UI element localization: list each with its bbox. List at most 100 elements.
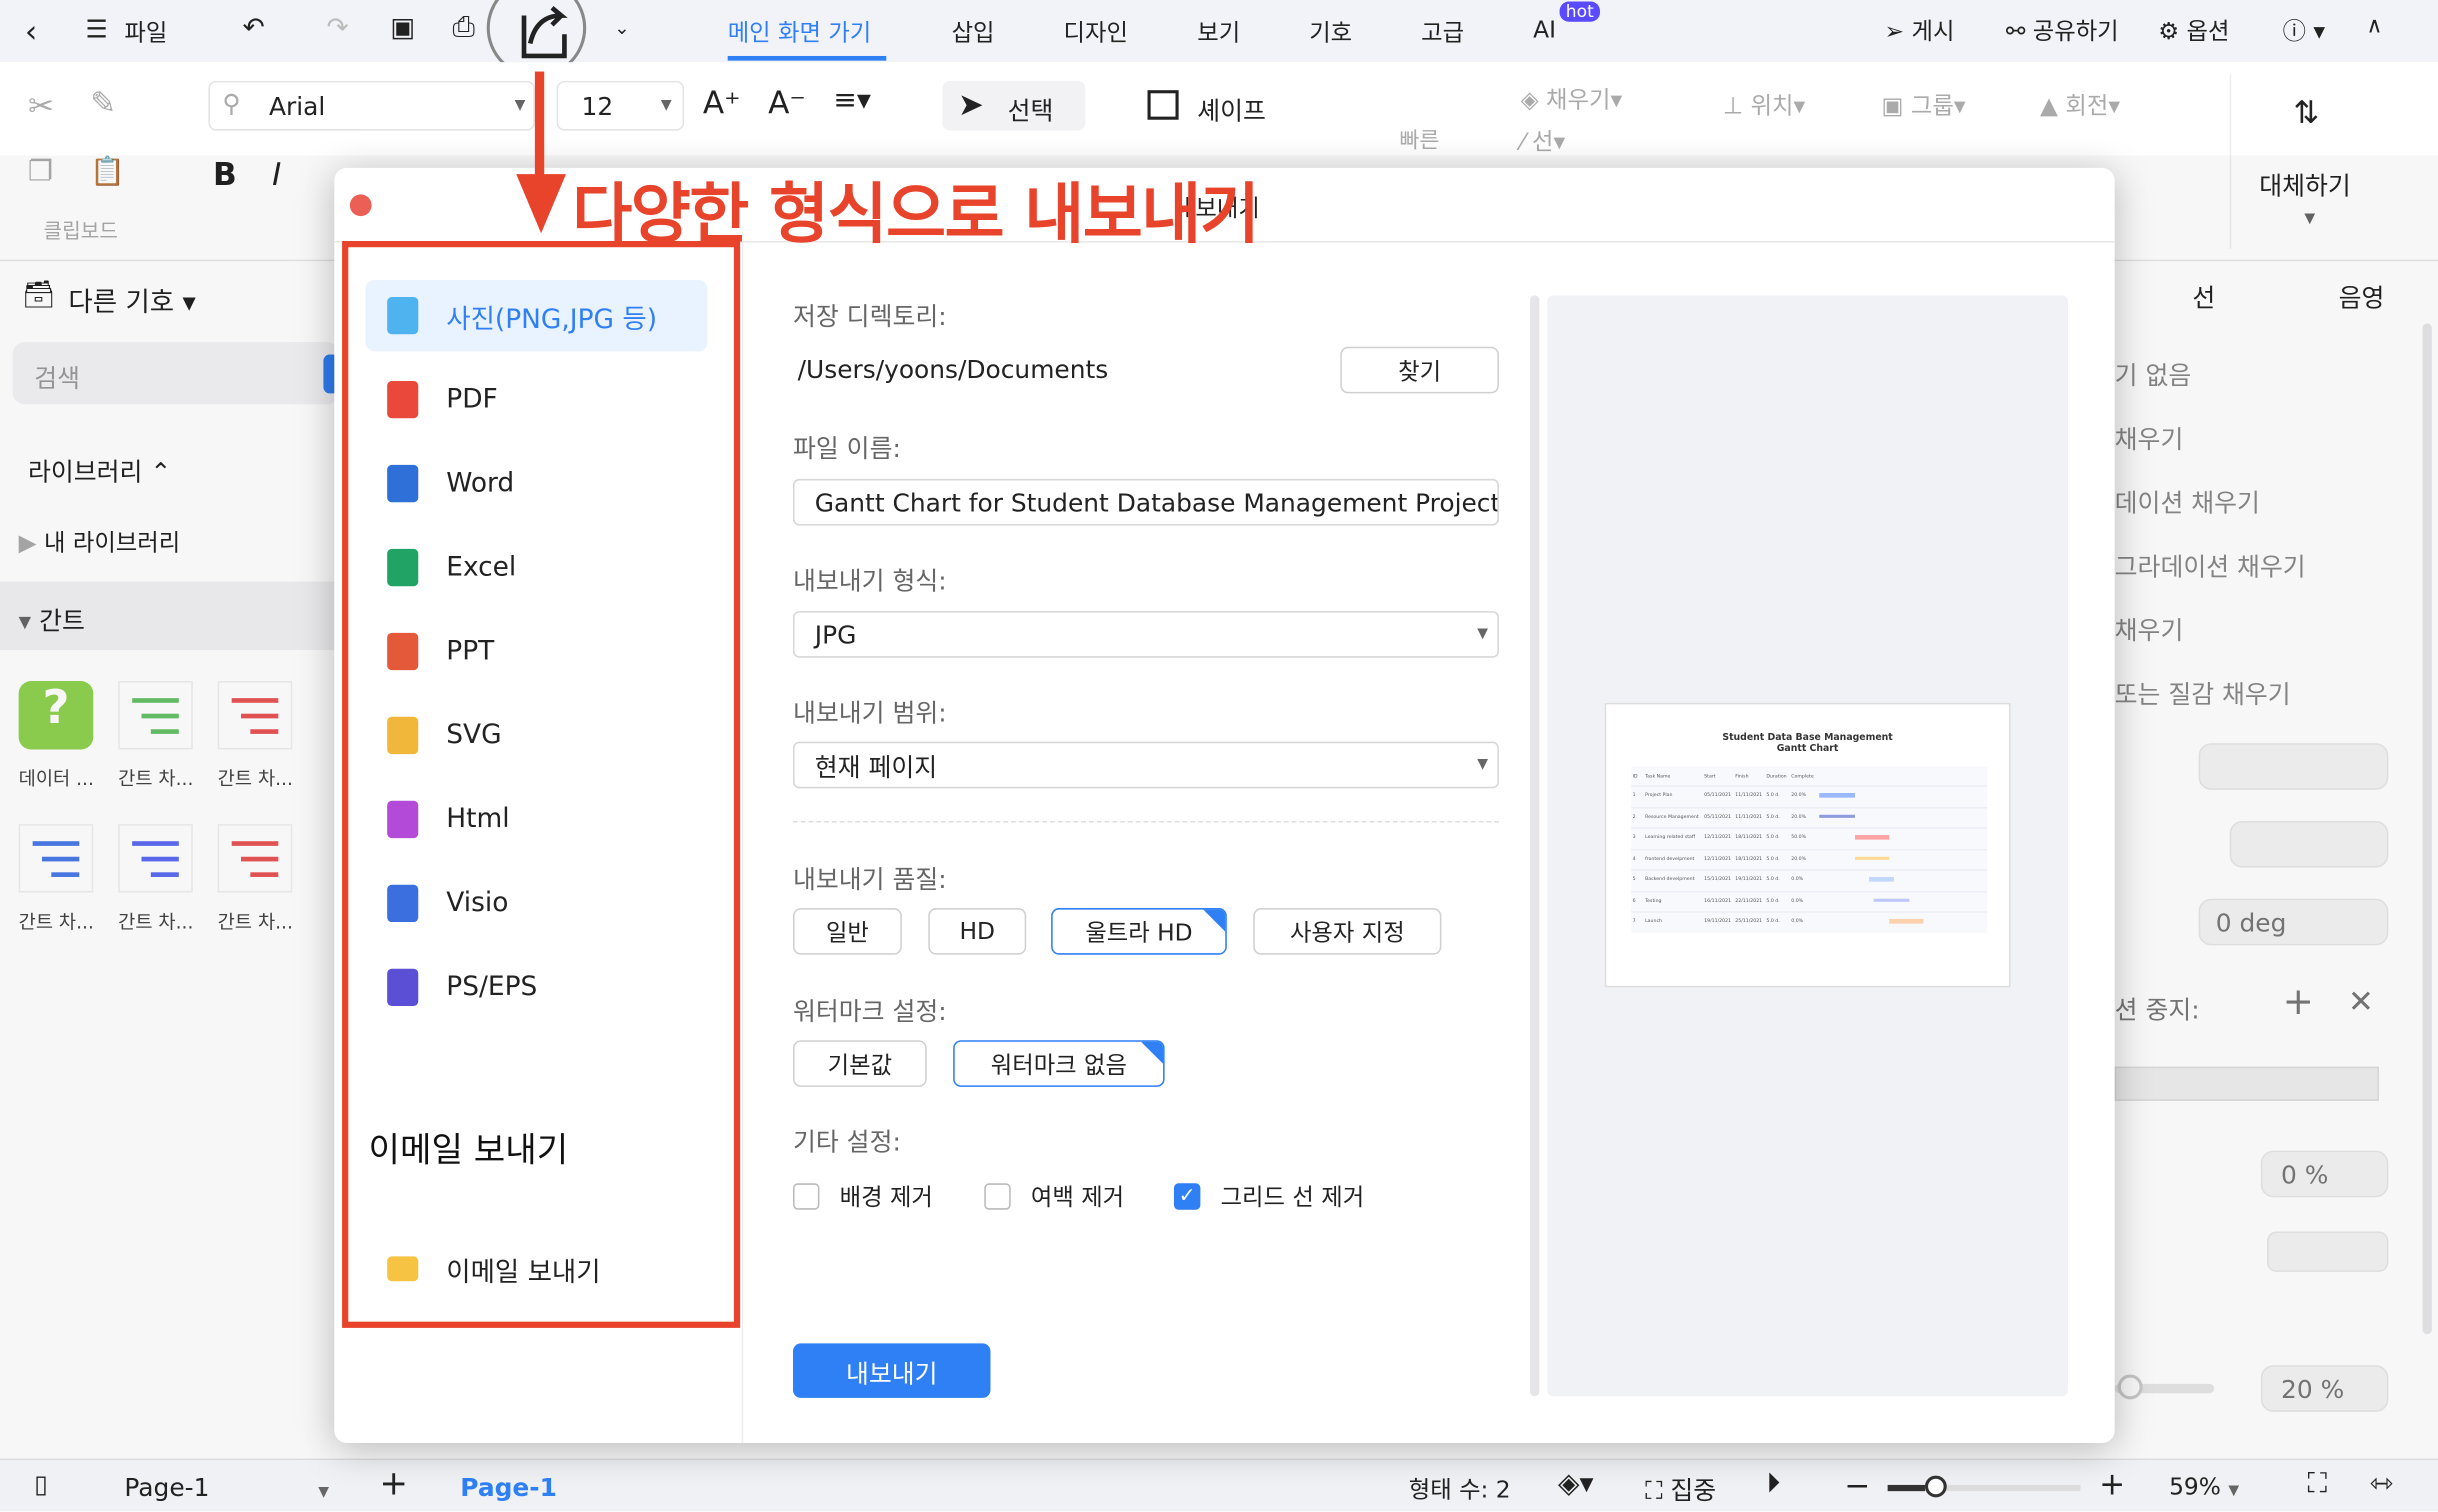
- gantt-cell: 5.0 d.: [1766, 896, 1780, 903]
- menu-icon[interactable]: ☰: [86, 14, 108, 44]
- back-icon[interactable]: ‹: [25, 12, 37, 49]
- cut-icon[interactable]: ✂: [28, 87, 54, 124]
- zoom-in-icon[interactable]: +: [2099, 1465, 2125, 1502]
- line-button[interactable]: ⁄ 선▾: [1521, 124, 1566, 157]
- zoom-slider-handle[interactable]: [1925, 1475, 1948, 1498]
- gantt-row-line: [1631, 869, 1988, 871]
- font-family-select[interactable]: ⚲ Arial ▼: [208, 80, 535, 131]
- quality-option[interactable]: 울트라 HD: [1051, 908, 1227, 955]
- send-icon: ➢: [1884, 17, 1912, 46]
- select-label: 선택: [1007, 96, 1054, 126]
- page-tab[interactable]: Page-1: [460, 1472, 557, 1502]
- range-select[interactable]: 현재 페이지 ▼: [792, 741, 1499, 789]
- options-button[interactable]: ⚙ 옵션: [2158, 14, 2229, 47]
- rotate-button[interactable]: ▲ 회전▾: [2040, 89, 2120, 122]
- annotation-arrow-head: [516, 174, 566, 234]
- share-label: 공유하기: [2032, 17, 2119, 46]
- tab-insert[interactable]: 삽입: [952, 16, 995, 49]
- chevron-down-icon: ▼: [660, 97, 672, 114]
- fit-width-icon[interactable]: ⇿: [2370, 1468, 2393, 1501]
- watermark-option[interactable]: 기본값: [792, 1040, 927, 1087]
- publish-label: 게시: [1911, 17, 1955, 46]
- focus-button[interactable]: ⛶ 집중: [1645, 1469, 1716, 1506]
- share-button[interactable]: ⚯ 공유하기: [2006, 14, 2119, 47]
- format-select[interactable]: JPG ▼: [792, 611, 1499, 658]
- add-page-icon[interactable]: +: [379, 1465, 408, 1504]
- gantt-cell: 2: [1632, 812, 1636, 819]
- tab-symbol[interactable]: 기호: [1309, 16, 1352, 49]
- gantt-cell: 19/11/2021: [1735, 875, 1763, 882]
- zoom-slider[interactable]: [1887, 1484, 2081, 1492]
- tab-home[interactable]: 메인 화면 가기: [728, 16, 872, 49]
- gantt-cell: 05/11/2021: [1704, 812, 1732, 819]
- gantt-cell: 15/11/2021: [1704, 875, 1732, 882]
- increase-font-icon[interactable]: A⁺: [703, 84, 741, 121]
- redo-icon[interactable]: ↷: [327, 12, 349, 43]
- collapse-ribbon-icon[interactable]: ∧: [2367, 14, 2383, 39]
- gantt-cell: 05/11/2021: [1704, 791, 1732, 798]
- watermark-option[interactable]: 워터마크 없음: [953, 1040, 1165, 1087]
- checkbox-label: 배경 제거: [839, 1183, 933, 1212]
- close-window-button[interactable]: [349, 194, 372, 217]
- search-icon: ⚲: [222, 88, 241, 119]
- tab-design[interactable]: 디자인: [1064, 16, 1128, 49]
- checkbox[interactable]: [984, 1183, 1011, 1210]
- page-select[interactable]: Page-1 ▼: [124, 1472, 329, 1502]
- position-button[interactable]: ⊥ 위치▾: [1723, 89, 1805, 122]
- layers-icon[interactable]: ◈▾: [1558, 1468, 1594, 1501]
- gantt-cell: 6: [1632, 896, 1636, 903]
- font-size-select[interactable]: 12 ▼: [556, 80, 685, 131]
- format-label: 내보내기 형식:: [792, 565, 947, 596]
- gantt-bar: [1874, 897, 1910, 902]
- gantt-cell: Launch: [1645, 917, 1662, 924]
- help-icon[interactable]: ⓘ ▾: [2283, 14, 2325, 47]
- chevron-down-icon: ▼: [1477, 757, 1489, 773]
- gantt-cell: Project Plan: [1645, 791, 1673, 798]
- gantt-cell: 5.0 d.: [1766, 917, 1780, 924]
- checkbox[interactable]: ✓: [1173, 1183, 1201, 1210]
- filename-input[interactable]: Gantt Chart for Student Database Managem…: [792, 478, 1499, 526]
- print-icon[interactable]: ⎙: [452, 11, 474, 44]
- checkbox[interactable]: [792, 1183, 820, 1210]
- gantt-bar: [1819, 792, 1855, 797]
- hot-badge: hot: [1559, 1, 1601, 22]
- export-button[interactable]: 내보내기: [792, 1343, 991, 1398]
- active-tab-indicator: [727, 55, 887, 61]
- gantt-bar: [1869, 876, 1895, 881]
- gantt-cell: 5.0 d.: [1766, 812, 1780, 819]
- gantt-cell: 20.0%: [1791, 812, 1807, 819]
- gantt-cell: 0.0%: [1791, 896, 1804, 903]
- decrease-font-icon[interactable]: A⁻: [768, 84, 806, 121]
- play-icon[interactable]: ⏵: [1766, 1468, 1780, 1501]
- group-button[interactable]: ▣ 그룹▾: [1881, 89, 1965, 122]
- tab-ai[interactable]: AI: [1533, 16, 1556, 44]
- align-icon[interactable]: ≡▾: [833, 84, 871, 117]
- tab-advanced[interactable]: 고급: [1421, 16, 1464, 49]
- gear-icon: ⚙: [2158, 17, 2187, 46]
- undo-icon[interactable]: ↶: [243, 12, 265, 43]
- quality-option[interactable]: HD: [928, 908, 1027, 955]
- zoom-out-icon[interactable]: −: [1844, 1466, 1870, 1503]
- zoom-select[interactable]: 59% ▼: [2169, 1472, 2239, 1500]
- quick-style-button[interactable]: 빠른: [1399, 124, 1439, 155]
- gantt-cell: 5.0 d.: [1766, 875, 1780, 882]
- gantt-row-line: [1631, 890, 1988, 892]
- quality-option[interactable]: 일반: [792, 908, 902, 955]
- gantt-header: Complete: [1791, 772, 1814, 780]
- browse-button[interactable]: 찾기: [1340, 346, 1499, 394]
- line-label: 선: [1532, 127, 1554, 156]
- publish-button[interactable]: ➢ 게시: [1885, 14, 1955, 47]
- page-panel-icon[interactable]: ▯: [34, 1469, 48, 1499]
- file-menu[interactable]: 파일: [124, 16, 167, 49]
- fill-button[interactable]: ◈ 채우기▾: [1521, 82, 1622, 115]
- shape-tool-button[interactable]: 셰이프: [1144, 81, 1299, 131]
- format-painter-icon[interactable]: ✎: [90, 84, 116, 121]
- tab-view[interactable]: 보기: [1197, 16, 1240, 49]
- watermark-label: 워터마크 설정:: [792, 996, 947, 1027]
- select-tool-button[interactable]: ➤ 선택: [942, 80, 1086, 131]
- more-icon[interactable]: ⌄: [614, 17, 630, 39]
- save-icon[interactable]: ▣: [390, 12, 415, 43]
- scrollbar[interactable]: [1530, 295, 1540, 1397]
- fit-page-icon[interactable]: ⛶: [2307, 1468, 2327, 1501]
- quality-option[interactable]: 사용자 지정: [1253, 908, 1442, 955]
